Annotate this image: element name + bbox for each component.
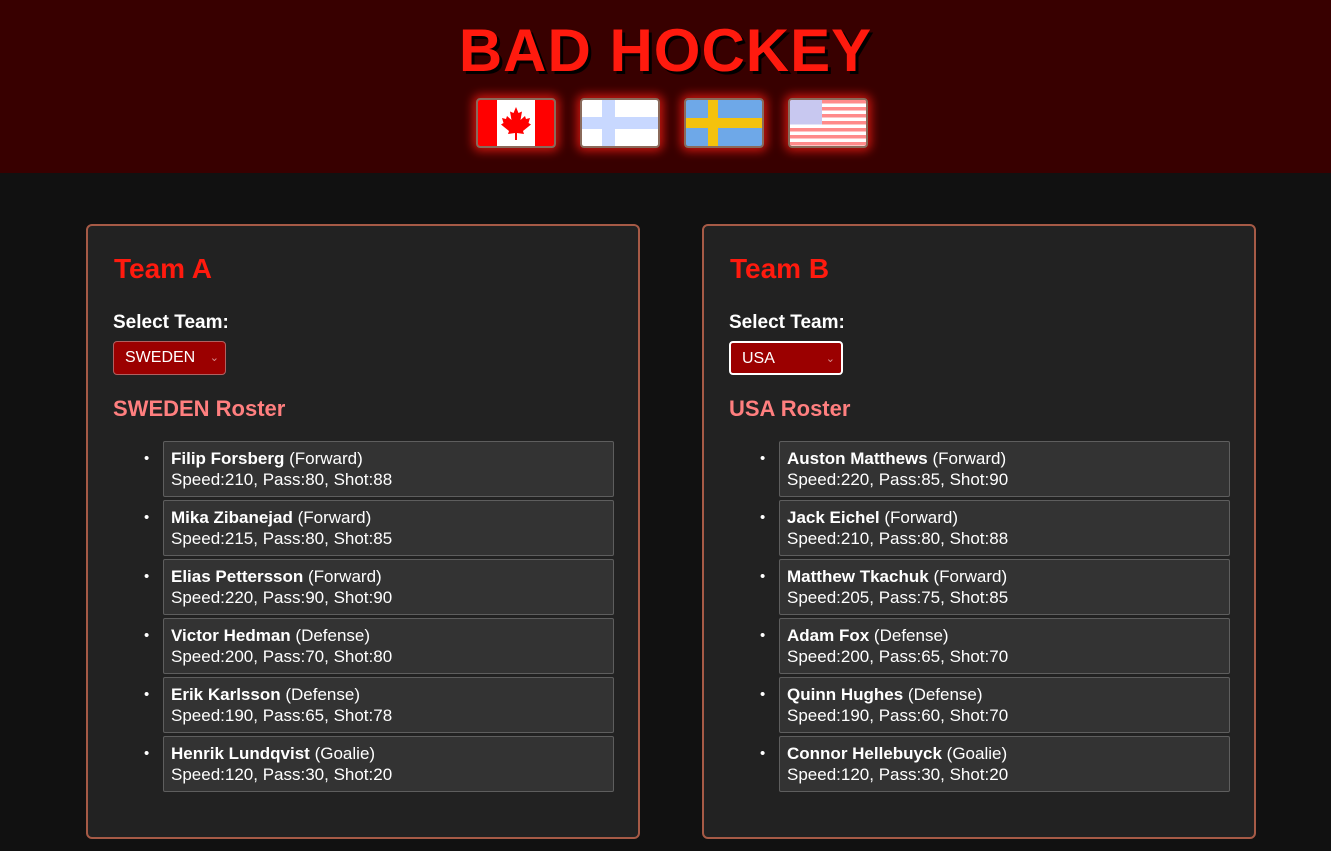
team-b-roster-list: Auston Matthews (Forward) Speed:220, Pass…	[760, 441, 1230, 795]
player-position: (Forward)	[297, 508, 372, 527]
team-b-selected-value: USA	[742, 350, 775, 367]
player-stats: Speed:220, Pass:85, Shot:90	[787, 470, 1009, 489]
player-position: (Forward)	[289, 449, 363, 468]
canada-flag-icon[interactable]	[476, 98, 556, 148]
player-name: Adam Fox	[787, 626, 870, 645]
player-position: (Goalie)	[946, 744, 1008, 763]
player-stats: Speed:120, Pass:30, Shot:20	[787, 765, 1009, 784]
chevron-down-icon: ⌄	[825, 353, 835, 365]
player-card: Jack Eichel (Forward) Speed:210, Pass:80,…	[760, 500, 1230, 556]
player-stats: Speed:190, Pass:60, Shot:70	[787, 706, 1009, 725]
player-name: Filip Forsberg	[171, 449, 285, 468]
team-a-selected-value: SWEDEN	[125, 349, 196, 366]
player-name: Quinn Hughes	[787, 685, 904, 704]
team-a-title: Team A	[114, 253, 213, 284]
player-name: Elias Pettersson	[171, 567, 304, 586]
player-stats: Speed:215, Pass:80, Shot:85	[171, 529, 393, 548]
player-position: (Forward)	[933, 567, 1008, 586]
flag-bar	[0, 98, 1331, 150]
team-b-roster-title: USA Roster	[729, 396, 851, 421]
player-card: Auston Matthews (Forward) Speed:220, Pass…	[760, 441, 1230, 497]
player-stats: Speed:220, Pass:90, Shot:90	[171, 588, 393, 607]
team-a-panel: Team A Select Team: SWEDEN ⌄ SWEDEN Rost…	[86, 224, 640, 839]
player-name: Connor Hellebuyck	[787, 744, 942, 763]
usa-flag-icon[interactable]	[788, 98, 868, 148]
site-header: BAD HOCKEY	[0, 0, 1331, 173]
player-position: (Forward)	[884, 508, 959, 527]
player-position: (Defense)	[285, 685, 360, 704]
player-stats: Speed:210, Pass:80, Shot:88	[787, 529, 1009, 548]
player-position: (Forward)	[308, 567, 382, 586]
player-position: (Forward)	[932, 449, 1007, 468]
player-card: Victor Hedman (Defense) Speed:200, Pass:7…	[144, 618, 614, 674]
player-name: Jack Eichel	[787, 508, 880, 527]
player-name: Erik Karlsson	[171, 685, 281, 704]
player-card: Henrik Lundqvist (Goalie) Speed:120, Pass…	[144, 736, 614, 792]
chevron-down-icon: ⌄	[209, 352, 219, 364]
site-title: BAD HOCKEY	[458, 17, 873, 84]
player-card: Mika Zibanejad (Forward) Speed:215, Pass:…	[144, 500, 614, 556]
player-stats: Speed:120, Pass:30, Shot:20	[171, 765, 393, 784]
player-stats: Speed:200, Pass:65, Shot:70	[787, 647, 1009, 666]
player-card: Adam Fox (Defense) Speed:200, Pass:65, Sh…	[760, 618, 1230, 674]
player-stats: Speed:200, Pass:70, Shot:80	[171, 647, 393, 666]
player-name: Auston Matthews	[787, 449, 928, 468]
player-position: (Goalie)	[314, 744, 376, 763]
team-a-select-label: Select Team:	[113, 312, 229, 333]
player-card: Matthew Tkachuk (Forward) Speed:205, Pass…	[760, 559, 1230, 615]
player-name: Victor Hedman	[171, 626, 291, 645]
team-b-select[interactable]: USA ⌄	[729, 341, 843, 375]
finland-flag-icon[interactable]	[580, 98, 660, 148]
sweden-flag-icon[interactable]	[684, 98, 764, 148]
player-stats: Speed:205, Pass:75, Shot:85	[787, 588, 1009, 607]
player-position: (Defense)	[295, 626, 371, 645]
player-name: Henrik Lundqvist	[171, 744, 310, 763]
player-position: (Defense)	[873, 626, 949, 645]
player-name: Matthew Tkachuk	[787, 567, 929, 586]
player-card: Connor Hellebuyck (Goalie) Speed:120, Pas…	[760, 736, 1230, 792]
player-stats: Speed:190, Pass:65, Shot:78	[171, 706, 393, 725]
team-b-panel: Team B Select Team: USA ⌄ USA Roster Aus…	[702, 224, 1256, 839]
team-b-select-label: Select Team:	[729, 312, 845, 333]
player-card: Quinn Hughes (Defense) Speed:190, Pass:60…	[760, 677, 1230, 733]
player-card: Erik Karlsson (Defense) Speed:190, Pass:6…	[144, 677, 614, 733]
team-b-title: Team B	[730, 253, 830, 284]
player-stats: Speed:210, Pass:80, Shot:88	[171, 470, 393, 489]
player-position: (Defense)	[907, 685, 983, 704]
team-a-roster-title: SWEDEN Roster	[113, 396, 286, 421]
team-a-roster-list: Filip Forsberg (Forward) Speed:210, Pass:…	[144, 441, 614, 795]
player-card: Filip Forsberg (Forward) Speed:210, Pass:…	[144, 441, 614, 497]
player-name: Mika Zibanejad	[171, 508, 293, 527]
team-a-select[interactable]: SWEDEN ⌄	[113, 341, 226, 375]
player-card: Elias Pettersson (Forward) Speed:220, Pas…	[144, 559, 614, 615]
